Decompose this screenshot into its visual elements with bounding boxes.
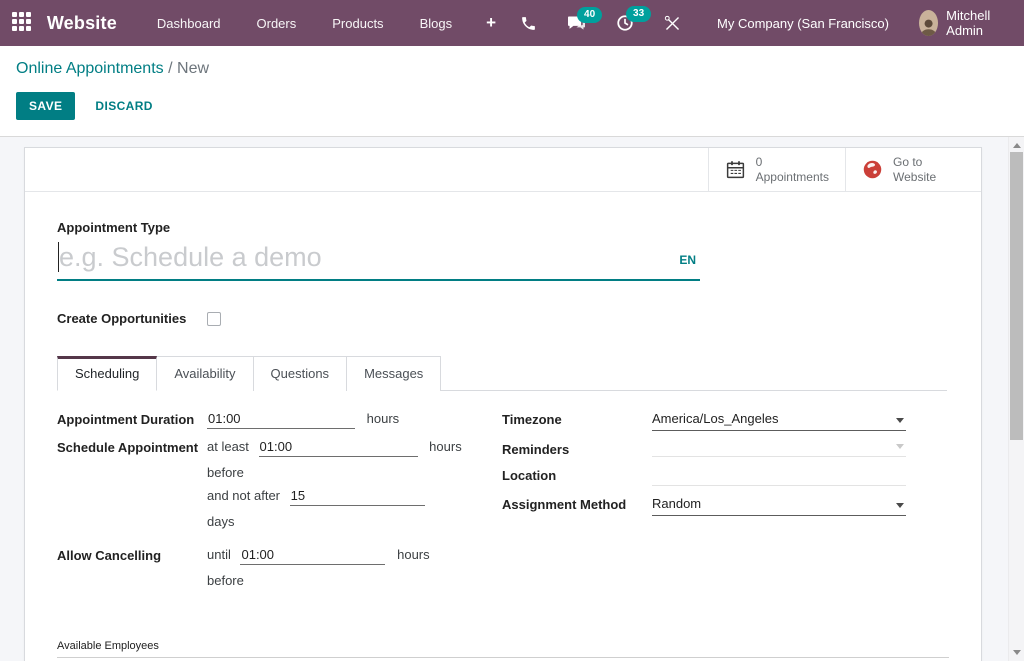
tab-scheduling[interactable]: Scheduling	[57, 356, 157, 391]
timezone-select[interactable]: America/Los_Angeles	[652, 411, 906, 431]
appointments-stat-button[interactable]: 0 Appointments	[708, 148, 845, 191]
appointment-type-field: Appointment Type EN	[57, 220, 947, 281]
menu-dashboard[interactable]: Dashboard	[143, 8, 235, 39]
menu-products[interactable]: Products	[318, 8, 397, 39]
schedule-suffix1: hours	[429, 439, 462, 454]
company-switcher[interactable]: My Company (San Francisco)	[699, 10, 903, 37]
breadcrumb-separator: /	[168, 60, 172, 77]
content-area: 0 Appointments Go to Website Appointme	[0, 137, 1024, 661]
schedule-days-input[interactable]	[290, 488, 425, 506]
phone-icon[interactable]	[508, 9, 549, 38]
breadcrumb-parent-link[interactable]: Online Appointments	[16, 60, 164, 77]
menu-orders[interactable]: Orders	[243, 8, 311, 39]
save-button[interactable]: SAVE	[16, 92, 75, 120]
assignment-method-field: Assignment Method Random	[502, 496, 907, 516]
button-box: 0 Appointments Go to Website	[25, 148, 981, 192]
assignment-method-value: Random	[652, 496, 701, 511]
systray: 40 33 My Company (San Francisco)	[508, 4, 1010, 42]
schedule-days-text: days	[207, 514, 462, 529]
allow-cancelling-label: Allow Cancelling	[57, 547, 207, 596]
tools-icon[interactable]	[652, 9, 693, 38]
caret-down-icon	[896, 418, 904, 423]
assignment-method-label: Assignment Method	[502, 496, 652, 516]
scroll-up-icon[interactable]	[1013, 143, 1021, 148]
timezone-value: America/Los_Angeles	[652, 411, 778, 426]
activities-clock-icon[interactable]: 33	[604, 8, 646, 38]
tab-questions[interactable]: Questions	[254, 356, 348, 391]
appointment-duration-input[interactable]	[207, 411, 355, 429]
new-content-plus-icon[interactable]: +	[474, 7, 508, 39]
messages-icon[interactable]: 40	[555, 9, 598, 38]
allow-cancelling-field: Allow Cancelling until hours before	[57, 547, 502, 596]
language-badge[interactable]: EN	[679, 253, 696, 267]
go-to-website-line2: Website	[893, 170, 936, 185]
reminders-label: Reminders	[502, 441, 652, 457]
appointment-duration-field: Appointment Duration hours	[57, 411, 502, 429]
discard-button[interactable]: DISCARD	[85, 92, 162, 120]
location-label: Location	[502, 467, 652, 486]
assignment-method-select[interactable]: Random	[652, 496, 906, 516]
schedule-prefix1: at least	[207, 439, 249, 454]
schedule-before-text: before	[207, 465, 462, 480]
apps-grid-icon[interactable]	[12, 12, 33, 34]
go-to-website-line1: Go to	[893, 155, 936, 170]
create-opportunities-label: Create Opportunities	[57, 311, 207, 326]
cancelling-prefix: until	[207, 547, 231, 562]
scheduling-tab-content: Appointment Duration hours Schedule Appo…	[57, 391, 947, 606]
activities-badge: 33	[626, 6, 651, 22]
create-opportunities-field: Create Opportunities	[57, 311, 947, 326]
timezone-field: Timezone America/Los_Angeles	[502, 411, 907, 431]
notebook-tabs: Scheduling Availability Questions Messag…	[57, 356, 947, 391]
globe-icon	[862, 159, 883, 180]
cancelling-suffix: hours	[397, 547, 430, 562]
caret-down-icon	[896, 503, 904, 508]
appointments-label: Appointments	[756, 170, 829, 185]
create-opportunities-checkbox[interactable]	[207, 312, 221, 326]
control-panel: Online Appointments / New SAVE DISCARD	[0, 46, 1024, 137]
top-navbar: Website Dashboard Orders Products Blogs …	[0, 0, 1024, 46]
location-field: Location	[502, 467, 907, 486]
tab-availability[interactable]: Availability	[157, 356, 253, 391]
messages-badge: 40	[577, 7, 602, 23]
scroll-down-icon[interactable]	[1013, 650, 1021, 655]
user-avatar	[919, 10, 938, 36]
reminders-field: Reminders	[502, 441, 907, 457]
breadcrumb-current: New	[177, 60, 209, 77]
schedule-hours-input[interactable]	[259, 439, 418, 457]
reminders-select[interactable]	[652, 441, 906, 457]
appointment-type-input[interactable]	[57, 239, 617, 279]
main-menu: Dashboard Orders Products Blogs +	[143, 7, 508, 39]
scrollbar-thumb[interactable]	[1010, 152, 1023, 440]
form-sheet: 0 Appointments Go to Website Appointme	[24, 147, 982, 661]
cancelling-hours-input[interactable]	[240, 547, 385, 565]
cancelling-before-text: before	[207, 573, 430, 588]
appointment-type-label: Appointment Type	[57, 220, 947, 235]
timezone-label: Timezone	[502, 411, 652, 431]
schedule-prefix2: and not after	[207, 488, 280, 503]
appointments-count: 0	[756, 155, 829, 170]
duration-suffix: hours	[367, 411, 400, 426]
schedule-appointment-field: Schedule Appointment at least hours befo…	[57, 439, 502, 537]
user-name: Mitchell Admin	[946, 8, 1008, 38]
available-employees-section: Available Employees Employee Name Workin…	[57, 640, 947, 661]
calendar-icon	[725, 159, 746, 180]
tab-messages[interactable]: Messages	[347, 356, 441, 391]
app-title[interactable]: Website	[47, 13, 117, 34]
schedule-appointment-label: Schedule Appointment	[57, 439, 207, 537]
menu-blogs[interactable]: Blogs	[406, 8, 467, 39]
appointment-duration-label: Appointment Duration	[57, 411, 207, 429]
user-menu[interactable]: Mitchell Admin	[909, 4, 1010, 42]
vertical-scrollbar[interactable]	[1008, 137, 1024, 661]
go-to-website-button[interactable]: Go to Website	[845, 148, 981, 191]
text-cursor	[58, 242, 59, 272]
breadcrumb: Online Appointments / New	[16, 60, 1008, 78]
control-buttons: SAVE DISCARD	[16, 92, 1008, 120]
available-employees-label: Available Employees	[57, 640, 949, 658]
location-input[interactable]	[652, 467, 906, 486]
caret-down-icon	[896, 444, 904, 449]
